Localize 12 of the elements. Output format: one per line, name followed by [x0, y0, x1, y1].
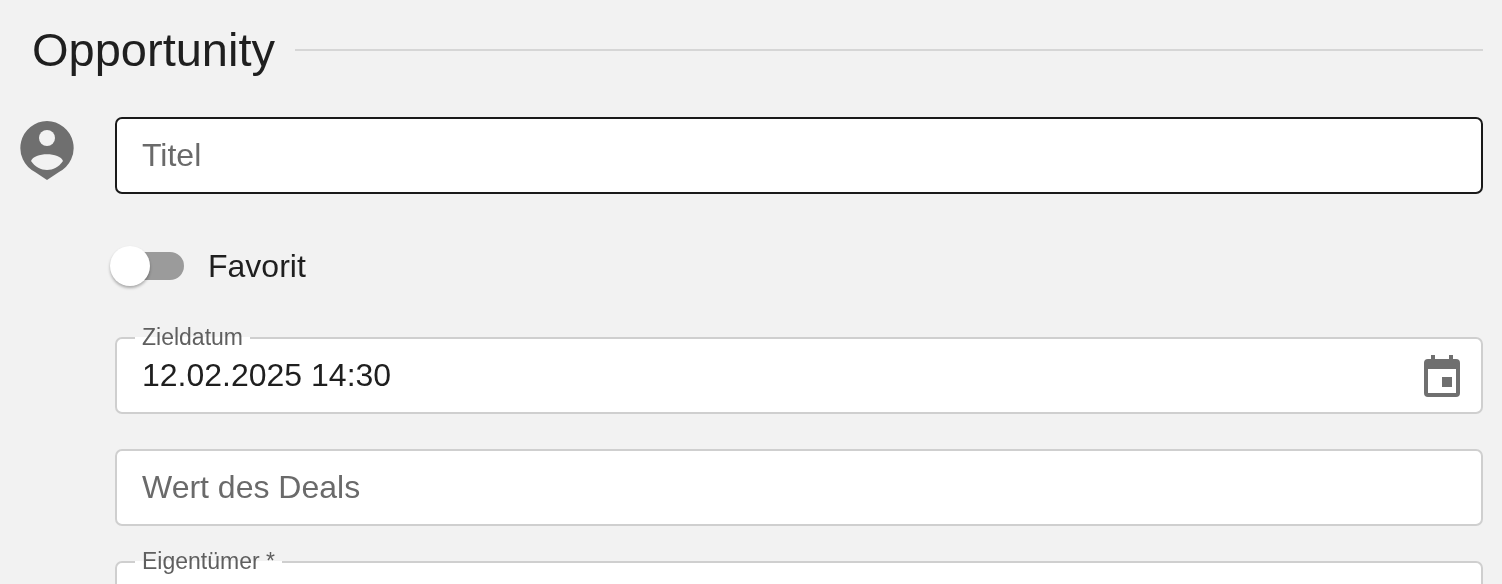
section-title: Opportunity — [32, 22, 275, 78]
text-field[interactable]: Wert des Deals — [115, 449, 1483, 526]
calendar-icon[interactable] — [1423, 354, 1461, 397]
field-label: Eigentümer * — [135, 548, 282, 574]
person-pin-icon — [20, 121, 74, 180]
date-field[interactable]: Zieldatum 12.02.2025 14:30 — [115, 324, 1483, 414]
toggle-switch[interactable] — [110, 246, 184, 286]
text-input[interactable]: Titel — [142, 137, 1461, 174]
text-input[interactable]: Wert des Deals — [142, 469, 1461, 506]
text-field[interactable]: Titel — [115, 117, 1483, 194]
switch-label: Favorit — [208, 247, 306, 285]
date-input[interactable]: 12.02.2025 14:30 — [142, 357, 1423, 394]
